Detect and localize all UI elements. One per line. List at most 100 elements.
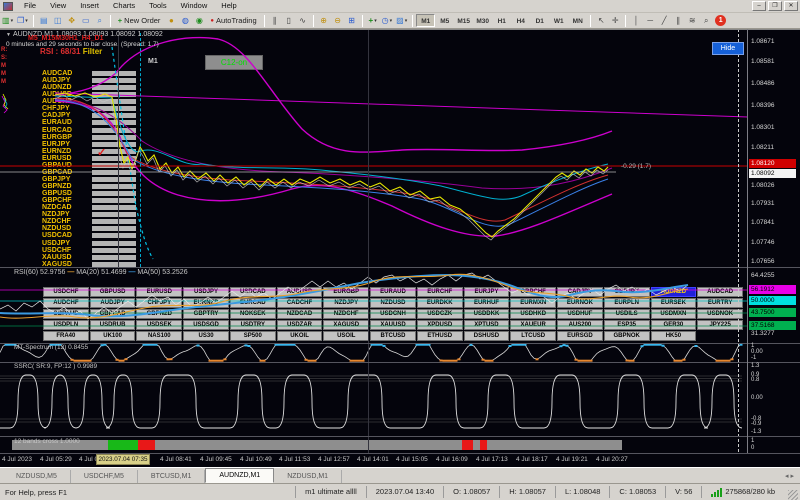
symbol-strength-row[interactable]: EURAUD bbox=[42, 119, 136, 126]
menu-item[interactable]: File bbox=[17, 0, 43, 12]
market-watch-button[interactable]: ▤ bbox=[37, 14, 51, 28]
symbol-strength-row[interactable]: NZDCHF bbox=[42, 218, 136, 225]
new-chart-button[interactable]: ▥▾ bbox=[0, 14, 15, 28]
bar-chart-button[interactable]: ∥ bbox=[268, 14, 282, 28]
tab-scroll-arrows[interactable]: ◂ ▸ bbox=[785, 472, 794, 480]
data-window-button[interactable]: ◫ bbox=[51, 14, 65, 28]
candlestick-button[interactable]: ▯ bbox=[282, 14, 296, 28]
timeframe-button[interactable]: M30 bbox=[473, 14, 492, 27]
symbol-strength-row[interactable]: AUDCAD bbox=[42, 70, 136, 77]
symbol-cell[interactable]: AUDUSD bbox=[277, 287, 323, 297]
chart-tab[interactable]: NZDUSD,M5 bbox=[3, 470, 71, 483]
symbol-cell[interactable]: XPDUSD bbox=[417, 320, 463, 330]
symbol-cell[interactable]: USDPLN bbox=[43, 320, 89, 330]
collapse-icon[interactable]: ▼ bbox=[6, 32, 11, 38]
hide-button[interactable]: Hide bbox=[712, 42, 744, 55]
horizontal-line-button[interactable]: ─ bbox=[643, 14, 657, 28]
ssrc-canvas[interactable] bbox=[0, 362, 748, 436]
symbol-cell[interactable]: NZDCAD bbox=[277, 309, 323, 319]
symbol-cell[interactable]: USDTRY bbox=[230, 320, 276, 330]
crosshair-button[interactable]: ✛ bbox=[608, 14, 622, 28]
symbol-strength-row[interactable]: XAUUSD bbox=[42, 254, 136, 261]
symbol-cell[interactable]: NAS100 bbox=[136, 331, 182, 341]
tile-windows-button[interactable]: ⊞ bbox=[345, 14, 359, 28]
symbol-cell[interactable]: ETHUSD bbox=[417, 331, 463, 341]
symbol-cell[interactable]: EURHUF bbox=[464, 298, 510, 308]
symbol-cell[interactable]: USDNOK bbox=[697, 309, 743, 319]
symbol-strength-row[interactable]: AUDCHF bbox=[42, 98, 136, 105]
indicators-button[interactable]: +▾ bbox=[366, 14, 380, 28]
symbol-strength-row[interactable]: NZDJPY bbox=[42, 211, 136, 218]
templates-button[interactable]: ▨▾ bbox=[394, 14, 409, 28]
symbol-strength-row[interactable]: GBPCHF bbox=[42, 197, 136, 204]
symbol-strength-row[interactable]: NZDUSD bbox=[42, 225, 136, 232]
symbol-cell[interactable]: UKOIL bbox=[277, 331, 323, 341]
symbol-strength-row[interactable]: EURNZD bbox=[42, 148, 136, 155]
window-button[interactable]: – bbox=[752, 1, 766, 11]
timeframe-button[interactable]: MN bbox=[568, 14, 587, 27]
profiles-button[interactable]: ❐▾ bbox=[15, 14, 30, 28]
symbol-cell[interactable]: USDILS bbox=[604, 309, 650, 319]
symbol-cell[interactable]: EURUSD bbox=[136, 287, 182, 297]
symbol-strength-row[interactable]: GBPJPY bbox=[42, 176, 136, 183]
community-button[interactable]: ◉ bbox=[192, 14, 206, 28]
cyan-vertical-line[interactable] bbox=[140, 33, 141, 267]
status-profile[interactable]: m1 ultimate allll bbox=[295, 486, 366, 498]
symbol-cell[interactable]: GBPAUD bbox=[43, 309, 89, 319]
navigator-button[interactable]: ✥ bbox=[65, 14, 79, 28]
timeframe-button[interactable]: M15 bbox=[454, 14, 473, 27]
timeframe-button[interactable]: H1 bbox=[492, 14, 511, 27]
symbol-cell[interactable]: AUDCAD bbox=[697, 287, 743, 297]
symbol-cell[interactable]: CHFJPY bbox=[136, 298, 182, 308]
symbol-cell[interactable]: GBPNOK bbox=[604, 331, 650, 341]
timeframe-button[interactable]: M5 bbox=[435, 14, 454, 27]
symbol-cell[interactable]: USOIL bbox=[323, 331, 369, 341]
symbol-cell[interactable]: EURTRY bbox=[697, 298, 743, 308]
symbol-cell[interactable]: EURCAD bbox=[230, 298, 276, 308]
symbol-cell[interactable]: NZDUSD bbox=[370, 298, 416, 308]
symbol-strength-row[interactable]: USDJPY bbox=[42, 240, 136, 247]
symbol-cell[interactable]: DSHUSD bbox=[464, 331, 510, 341]
symbol-cell[interactable]: USDHKD bbox=[510, 309, 556, 319]
cursor-button[interactable]: ↖ bbox=[594, 14, 608, 28]
symbol-cell[interactable]: USDDKK bbox=[464, 309, 510, 319]
timeframe-button[interactable]: D1 bbox=[530, 14, 549, 27]
menu-item[interactable]: View bbox=[43, 0, 73, 12]
symbol-cell[interactable]: LTCUSD bbox=[510, 331, 556, 341]
symbol-cell[interactable]: GER30 bbox=[651, 320, 697, 330]
trend-line-button[interactable]: ╱ bbox=[657, 14, 671, 28]
symbol-cell[interactable]: EURNZD bbox=[183, 298, 229, 308]
symbol-strength-row[interactable]: EURJPY bbox=[42, 141, 136, 148]
symbol-cell[interactable]: US30 bbox=[183, 331, 229, 341]
symbol-strength-row[interactable]: AUDJPY bbox=[42, 77, 136, 84]
symbol-cell[interactable]: EURCHF bbox=[417, 287, 463, 297]
symbol-cell[interactable]: GBPNZD bbox=[136, 309, 182, 319]
symbol-strength-row[interactable]: EURUSD bbox=[42, 155, 136, 162]
timeframe-button[interactable]: H4 bbox=[511, 14, 530, 27]
menu-item[interactable]: Window bbox=[174, 0, 215, 12]
symbol-cell[interactable]: GBPUSD bbox=[90, 287, 136, 297]
crosshair-vertical-line[interactable] bbox=[738, 29, 739, 467]
symbol-cell[interactable]: EURSEK bbox=[651, 298, 697, 308]
menu-item[interactable]: Insert bbox=[73, 0, 106, 12]
symbol-cell[interactable]: FRA40 bbox=[43, 331, 89, 341]
symbol-cell[interactable]: EURDKK bbox=[417, 298, 463, 308]
symbol-cell[interactable]: USDCAD bbox=[230, 287, 276, 297]
chart-tab[interactable]: USDCHF,M5 bbox=[71, 470, 138, 483]
c12-toggle-button[interactable]: C12-on bbox=[205, 55, 263, 70]
timeframe-button[interactable]: W1 bbox=[549, 14, 568, 27]
symbol-cell[interactable]: USDCHF bbox=[43, 287, 89, 297]
symbol-cell[interactable]: USDMXN bbox=[651, 309, 697, 319]
symbol-strength-row[interactable]: CHFJPY bbox=[42, 105, 136, 112]
chart-tab[interactable]: NZDUSD,M1 bbox=[274, 470, 342, 483]
symbol-cell[interactable]: XAUUSD bbox=[370, 320, 416, 330]
zoom-in-button[interactable]: ⊕ bbox=[317, 14, 331, 28]
symbol-cell[interactable]: AUS200 bbox=[557, 320, 603, 330]
symbol-strength-row[interactable]: EURCAD bbox=[42, 127, 136, 134]
symbol-cell[interactable]: USDJPY bbox=[183, 287, 229, 297]
symbol-cell[interactable]: EURAUD bbox=[370, 287, 416, 297]
symbol-cell[interactable]: AUDCHF bbox=[43, 298, 89, 308]
symbol-cell[interactable]: GBPJPY bbox=[604, 287, 650, 297]
symbol-cell[interactable]: AUDNZD bbox=[651, 287, 697, 297]
menu-item[interactable]: Help bbox=[214, 0, 243, 12]
